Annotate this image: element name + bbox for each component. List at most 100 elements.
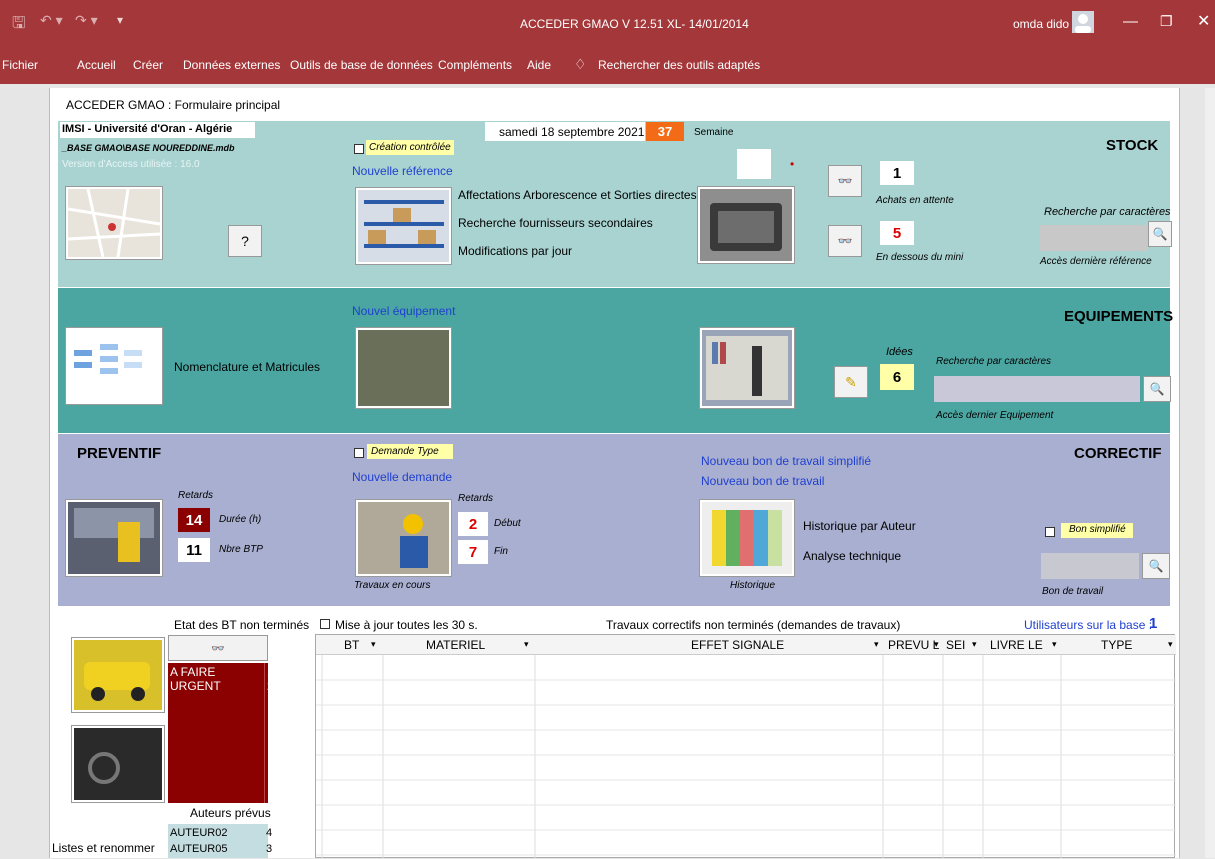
blank-field [737, 149, 771, 179]
sort-icon[interactable]: ▾ [371, 639, 376, 650]
col-type[interactable]: TYPE [1101, 638, 1132, 652]
sort-icon[interactable]: ▾ [934, 639, 939, 650]
nouveau-bt-simplifie-link[interactable]: Nouveau bon de travail simplifié [701, 454, 871, 468]
equipment-image[interactable] [356, 328, 451, 408]
undo-icon[interactable]: ↶ ▾ [40, 12, 63, 29]
save-icon[interactable]: 🖫 [12, 12, 26, 39]
sort-icon[interactable]: ▾ [874, 639, 879, 650]
link-recherche-fournisseurs[interactable]: Recherche fournisseurs secondaires [458, 216, 653, 230]
restore-icon[interactable]: ❐ [1160, 13, 1173, 30]
quick-access-dropdown-icon[interactable]: ▾ [117, 13, 123, 27]
window-scrollbar[interactable] [1205, 88, 1215, 858]
creation-controlee-checkbox[interactable] [354, 144, 364, 154]
col-bt[interactable]: BT [344, 638, 359, 652]
nouvel-equipement-link[interactable]: Nouvel équipement [352, 304, 455, 318]
equip-search-input[interactable] [934, 376, 1140, 402]
equip-search-button[interactable]: 🔍 [1143, 376, 1171, 402]
stock-search-button[interactable]: 🔍 [1148, 221, 1172, 247]
col-sei[interactable]: SEI [946, 638, 965, 652]
demande-type-checkbox[interactable] [354, 448, 364, 458]
title-bar: 🖫 ↶ ▾ ↷ ▾ ▾ ACCEDER GMAO V 12.51 XL- 14/… [0, 0, 1215, 48]
tab-creer[interactable]: Créer [133, 58, 163, 72]
nouvelle-demande-link[interactable]: Nouvelle demande [352, 470, 452, 484]
library-image[interactable] [700, 328, 794, 408]
folders-image[interactable] [700, 500, 794, 576]
col-materiel[interactable]: MATERIEL [426, 638, 485, 652]
car-exterior-image[interactable] [72, 638, 164, 712]
link-modifications-jour[interactable]: Modifications par jour [458, 244, 572, 258]
main-form: ACCEDER GMAO : Formulaire principal IMSI… [49, 88, 1180, 859]
nomenclature-image[interactable] [66, 328, 162, 404]
tab-aide[interactable]: Aide [527, 58, 551, 72]
historique-link[interactable]: Historique [730, 580, 775, 591]
sort-icon[interactable]: ▾ [972, 639, 977, 650]
close-icon[interactable]: ✕ [1197, 11, 1210, 31]
map-image[interactable] [66, 187, 162, 259]
help-button[interactable]: ? [228, 225, 262, 257]
bon-simplifie-checkbox[interactable] [1045, 527, 1055, 537]
bon-travail-input[interactable] [1041, 553, 1139, 579]
idees-label: Idées [886, 346, 913, 358]
worker-image[interactable] [356, 500, 451, 576]
nouveau-bt-link[interactable]: Nouveau bon de travail [701, 474, 824, 488]
auteur-name: AUTEUR05 [170, 843, 228, 855]
sort-icon[interactable]: ▾ [1168, 639, 1173, 650]
etat-row-count: 11 [267, 665, 280, 679]
acces-derniere-reference[interactable]: Accès dernière référence [1040, 256, 1152, 267]
col-prevu[interactable]: PREVU L [888, 638, 939, 652]
idees-edit-button[interactable]: ✎ [834, 366, 868, 398]
user-name[interactable]: omda dido [1013, 17, 1069, 31]
preventif-retards-label: Retards [178, 490, 214, 501]
nouvelle-reference-link[interactable]: Nouvelle référence [352, 164, 453, 178]
user-avatar[interactable] [1072, 11, 1094, 33]
tab-complements[interactable]: Compléments [438, 58, 512, 72]
auteurs-list[interactable]: AUTEUR02 4 AUTEUR05 3 [168, 824, 272, 858]
nomenclature-link[interactable]: Nomenclature et Matricules [174, 360, 320, 374]
shelves-image[interactable] [356, 188, 451, 264]
etat-bt-list[interactable]: A FAIRE 11 URGENT 2 [168, 663, 279, 803]
achats-view-button[interactable]: 👓 [828, 165, 862, 197]
tab-donnees-externes[interactable]: Données externes [183, 58, 280, 72]
tell-me-search[interactable]: Rechercher des outils adaptés [598, 58, 760, 72]
toolcase-image[interactable] [698, 187, 794, 263]
sort-icon[interactable]: ▾ [524, 639, 529, 650]
travaux-en-cours-link[interactable]: Travaux en cours [354, 580, 431, 591]
stock-search-input[interactable] [1040, 225, 1148, 251]
mini-label: En dessous du mini [876, 252, 964, 263]
bon-simplifie-label: Bon simplifié [1069, 524, 1126, 535]
travaux-grid[interactable]: BT ▾ MATERIEL ▾ EFFET SIGNALE ▾ PREVU L ▾ SE… [315, 634, 1176, 859]
redo-icon[interactable]: ↷ ▾ [75, 12, 98, 29]
tab-outils-bdd[interactable]: Outils de base de données [290, 58, 433, 72]
maj-label: Mise à jour toutes les 30 s. [335, 618, 478, 632]
minimize-icon[interactable]: — [1123, 13, 1138, 30]
duree-value: 14 [178, 508, 210, 532]
col-effet-signale[interactable]: EFFET SIGNALE [691, 638, 784, 652]
organisation-name: IMSI - Université d'Oran - Algérie [62, 123, 233, 135]
equipements-title: EQUIPEMENTS [1064, 308, 1174, 325]
sort-icon[interactable]: ▾ [1052, 639, 1057, 650]
auteur-count: 3 [266, 843, 273, 855]
ribbon-tabs: Fichier Accueil Créer Données externes O… [0, 48, 1215, 84]
debut-label: Début [494, 518, 521, 529]
analyse-technique-link[interactable]: Analyse technique [803, 549, 901, 563]
car-interior-image[interactable] [72, 726, 164, 802]
nbre-btp-label: Nbre BTP [219, 544, 263, 555]
tab-accueil[interactable]: Accueil [77, 58, 116, 72]
help-icon: ? [241, 233, 249, 249]
grid-header: BT ▾ MATERIEL ▾ EFFET SIGNALE ▾ PREVU L ▾ SE… [316, 635, 1176, 655]
acces-dernier-equipement[interactable]: Accès dernier Equipement [936, 410, 1053, 421]
maj-checkbox[interactable] [320, 619, 330, 629]
link-affectations[interactable]: Affectations Arborescence et Sorties dir… [458, 188, 697, 202]
col-livre-le[interactable]: LIVRE LE [990, 638, 1043, 652]
historique-auteur-link[interactable]: Historique par Auteur [803, 519, 916, 533]
mini-view-button[interactable]: 👓 [828, 225, 862, 257]
etat-view-button[interactable]: 👓 [168, 635, 268, 661]
equip-search-label: Recherche par caractères [936, 356, 1052, 367]
tab-fichier[interactable]: Fichier [2, 58, 38, 72]
binoculars-icon: 👓 [837, 174, 853, 188]
bon-travail-search-button[interactable]: 🔍 [1142, 553, 1170, 579]
listes-renommer-link[interactable]: Listes et renommer [52, 841, 155, 855]
preventif-image[interactable] [66, 500, 162, 576]
duree-label: Durée (h) [219, 514, 262, 525]
idees-count: 6 [880, 364, 914, 390]
